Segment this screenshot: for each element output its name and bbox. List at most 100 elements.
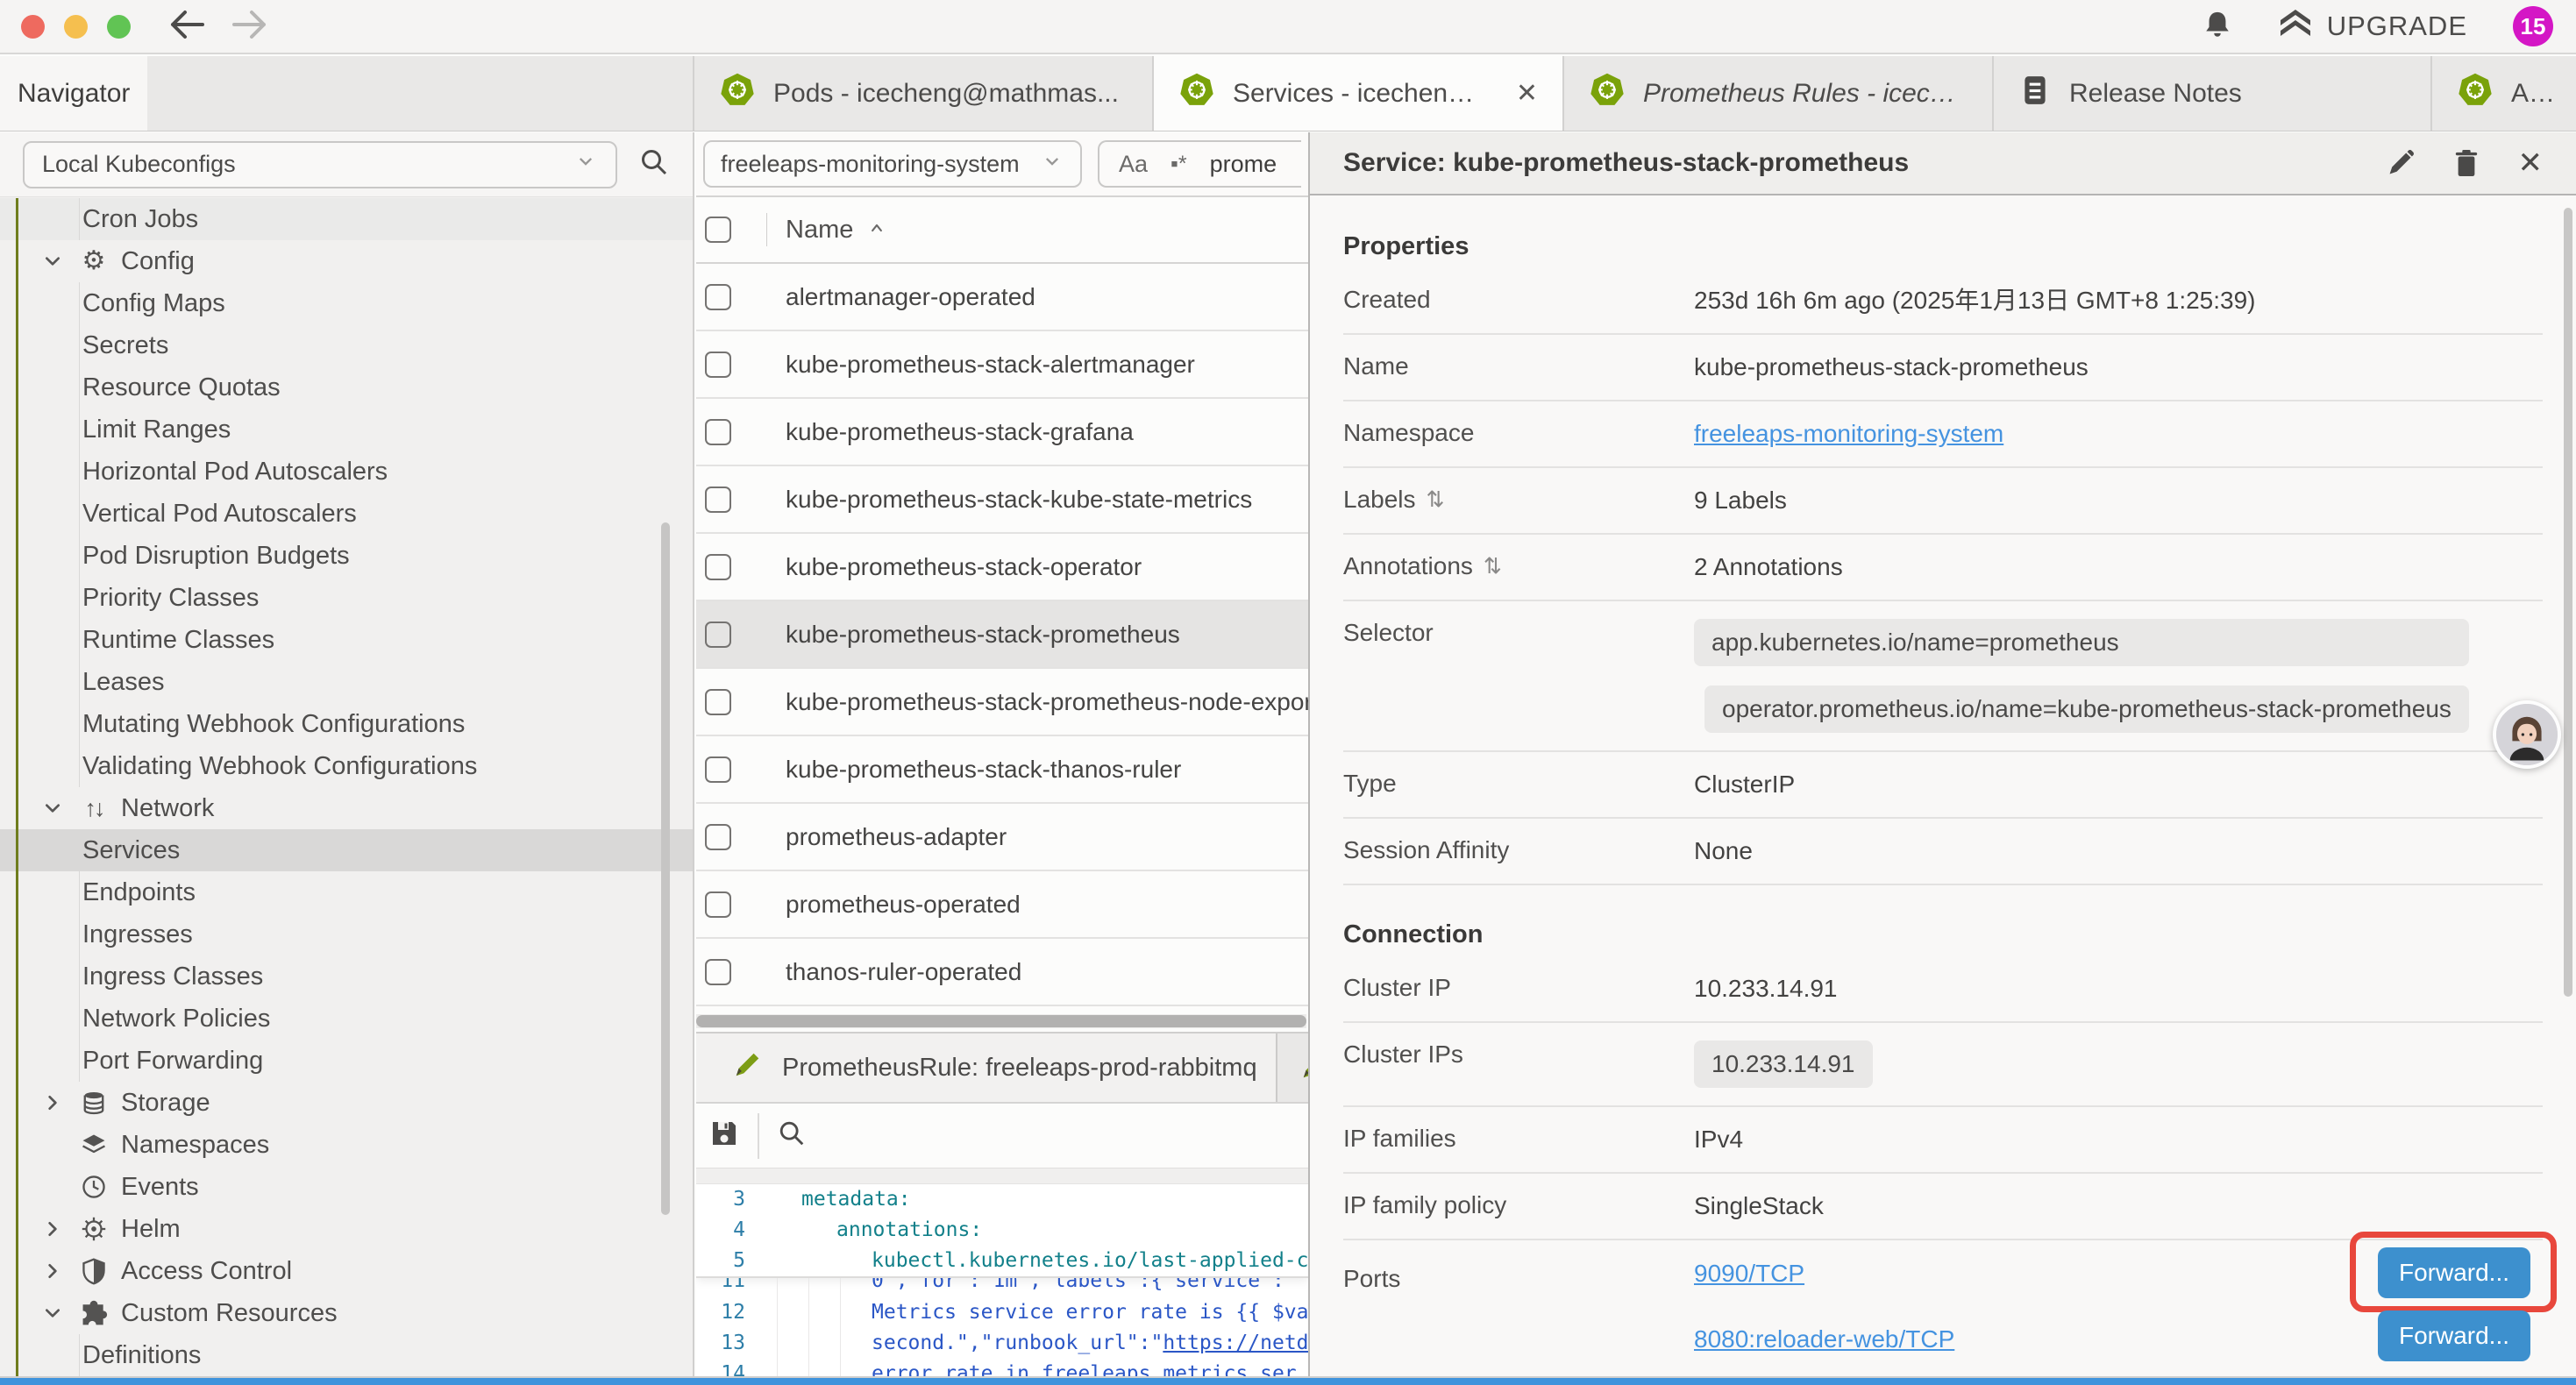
table-row[interactable]: kube-prometheus-stack-prometheus: [696, 601, 1308, 669]
sidebar-item[interactable]: Horizontal Pod Autoscalers: [0, 451, 693, 493]
sidebar-item[interactable]: Ingresses: [0, 913, 693, 955]
sidebar-item[interactable]: Port Forwarding: [0, 1040, 693, 1082]
sidebar-item[interactable]: Mutating Webhook Configurations: [0, 703, 693, 745]
sidebar-item[interactable]: Config Maps: [0, 282, 693, 324]
document-icon: [2018, 74, 2052, 114]
row-checkbox[interactable]: [705, 824, 731, 850]
forward-icon[interactable]: [231, 10, 269, 44]
search-icon[interactable]: [638, 146, 670, 182]
sidebar-item[interactable]: Cron Jobs: [0, 198, 693, 240]
sidebar-item[interactable]: Validating Webhook Configurations: [0, 745, 693, 787]
table-row[interactable]: kube-prometheus-stack-operator: [696, 534, 1308, 601]
namespace-link[interactable]: freeleaps-monitoring-system: [1694, 419, 2003, 449]
tab-release-notes[interactable]: Release Notes: [1994, 56, 2432, 131]
table-row[interactable]: kube-prometheus-stack-kube-state-metrics: [696, 466, 1308, 534]
sidebar-item[interactable]: Events: [0, 1166, 693, 1208]
sidebar-item[interactable]: Priority Classes: [0, 577, 693, 619]
annotations-count[interactable]: 2 Annotations: [1694, 552, 1843, 582]
dock-tab-next[interactable]: [1277, 1033, 1308, 1102]
sidebar-item[interactable]: Endpoints: [0, 871, 693, 913]
name-value: kube-prometheus-stack-prometheus: [1694, 352, 2089, 382]
sidebar-scrollbar[interactable]: [661, 522, 670, 1215]
forward-button-8080[interactable]: Forward...: [2378, 1310, 2530, 1361]
table-row[interactable]: kube-prometheus-stack-grafana: [696, 399, 1308, 466]
table-row[interactable]: prometheus-operated: [696, 871, 1308, 939]
sidebar-item[interactable]: Secrets: [0, 324, 693, 366]
forward-button-9090[interactable]: Forward...: [2378, 1247, 2530, 1298]
row-checkbox[interactable]: [705, 756, 731, 783]
row-checkbox[interactable]: [705, 487, 731, 513]
sorter-icon[interactable]: ⇅: [1427, 487, 1445, 513]
regex-icon[interactable]: ▪*: [1171, 152, 1187, 177]
sidebar-item[interactable]: Custom Resources: [0, 1292, 693, 1334]
select-all-checkbox[interactable]: [705, 217, 731, 243]
panel-scrollbar[interactable]: [2564, 208, 2572, 997]
row-checkbox[interactable]: [705, 554, 731, 580]
namespace-select[interactable]: freeleaps-monitoring-system: [703, 140, 1082, 188]
sidebar-item[interactable]: Access Control: [0, 1250, 693, 1292]
user-avatar[interactable]: [2493, 700, 2561, 769]
sidebar-item[interactable]: Network Policies: [0, 998, 693, 1040]
maximize-window-button[interactable]: [107, 15, 131, 39]
sorter-icon[interactable]: ⇅: [1484, 553, 1502, 579]
sidebar-item[interactable]: Helm: [0, 1208, 693, 1250]
sidebar-item[interactable]: Resource Quotas: [0, 366, 693, 408]
port-link-8080[interactable]: 8080:reloader-web/TCP: [1694, 1325, 1954, 1353]
created-value: 253d 16h 6m ago (2025年1月13日 GMT+8 1:25:3…: [1694, 286, 2256, 316]
table-row[interactable]: kube-prometheus-stack-thanos-ruler: [696, 736, 1308, 804]
row-checkbox[interactable]: [705, 352, 731, 378]
sidebar-item[interactable]: Vertical Pod Autoscalers: [0, 493, 693, 535]
save-icon[interactable]: [708, 1118, 740, 1154]
table-row[interactable]: kube-prometheus-stack-prometheus-node-ex…: [696, 669, 1308, 736]
row-checkbox[interactable]: [705, 689, 731, 715]
labels-count[interactable]: 9 Labels: [1694, 486, 1787, 515]
name-column-header[interactable]: Name: [786, 216, 886, 245]
row-checkbox[interactable]: [705, 621, 731, 648]
minimize-window-button[interactable]: [64, 15, 88, 39]
tab-services[interactable]: Services - icecheng@math... ✕: [1154, 56, 1564, 131]
sidebar-item[interactable]: Limit Ranges: [0, 408, 693, 451]
sidebar-item[interactable]: Storage: [0, 1082, 693, 1124]
horizontal-scrollbar[interactable]: [696, 1014, 1306, 1028]
sidebar-item[interactable]: Runtime Classes: [0, 619, 693, 661]
table-row[interactable]: prometheus-adapter: [696, 804, 1308, 871]
table-row[interactable]: thanos-ruler-operated: [696, 939, 1308, 1006]
close-tab-icon[interactable]: ✕: [1516, 78, 1538, 109]
search-icon[interactable]: [777, 1119, 807, 1153]
back-icon[interactable]: [167, 10, 206, 44]
service-name: kube-prometheus-stack-prometheus: [786, 621, 1180, 649]
row-checkbox[interactable]: [705, 891, 731, 918]
sidebar-item[interactable]: Namespaces: [0, 1124, 693, 1166]
tab-pods[interactable]: Pods - icecheng@mathmas...: [693, 56, 1154, 131]
close-window-button[interactable]: [21, 15, 45, 39]
sidebar-item[interactable]: Leases: [0, 661, 693, 703]
dock-tab-prometheusrule[interactable]: PrometheusRule: freeleaps-prod-rabbitmq: [696, 1033, 1277, 1102]
kubeconfig-select[interactable]: Local Kubeconfigs: [23, 141, 617, 188]
row-checkbox[interactable]: [705, 284, 731, 310]
edit-pencil-icon[interactable]: [2387, 149, 2415, 177]
sidebar-item[interactable]: Pod Disruption Budgets: [0, 535, 693, 577]
sidebar-item[interactable]: ⚙ Config: [0, 240, 693, 282]
table-row[interactable]: alertmanager-operated: [696, 264, 1308, 331]
row-checkbox[interactable]: [705, 419, 731, 445]
sidebar-item[interactable]: Definitions: [0, 1334, 693, 1376]
tab-argo[interactable]: Argo Se: [2432, 56, 2576, 131]
upgrade-button[interactable]: UPGRADE: [2278, 8, 2467, 45]
sidebar-item[interactable]: Services: [0, 829, 693, 871]
sidebar-item[interactable]: Ingress Classes: [0, 955, 693, 998]
session-affinity-label: Session Affinity: [1343, 836, 1694, 864]
sidebar-item-label: Config Maps: [82, 289, 225, 318]
search-input[interactable]: Aa ▪* prome: [1098, 140, 1301, 188]
notifications-badge[interactable]: 15: [2513, 6, 2553, 46]
sidebar-item[interactable]: ↑↓ Network: [0, 787, 693, 829]
row-checkbox[interactable]: [705, 959, 731, 985]
close-icon[interactable]: ✕: [2518, 146, 2544, 181]
trash-icon[interactable]: [2453, 148, 2480, 178]
match-case-icon[interactable]: Aa: [1119, 151, 1148, 178]
table-row[interactable]: kube-prometheus-stack-alertmanager: [696, 331, 1308, 399]
port-link-9090[interactable]: 9090/TCP: [1694, 1260, 1804, 1288]
runbook-url-link[interactable]: https://netd: [1163, 1332, 1308, 1354]
bell-icon[interactable]: [2202, 9, 2232, 45]
tab-prometheus-rules[interactable]: Prometheus Rules - icecheng...: [1564, 56, 1994, 131]
yaml-editor[interactable]: 3metadata: 4annotations: 5kubectl.kubern…: [696, 1184, 1308, 1376]
